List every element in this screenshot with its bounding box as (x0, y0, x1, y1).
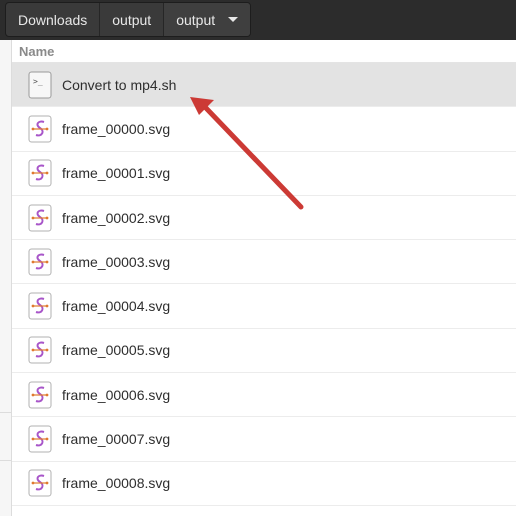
header-bar: Downloads output output (0, 0, 516, 40)
svg-image-icon (28, 292, 52, 320)
sidebar-divider (0, 412, 11, 413)
column-header-label: Name (19, 43, 55, 59)
file-name: frame_00007.svg (62, 431, 171, 448)
svg-image-icon (28, 159, 52, 187)
path-bar: Downloads output output (5, 2, 252, 37)
column-header-name[interactable]: Name (12, 40, 516, 63)
path-segment-label: output (176, 11, 216, 28)
path-segment-output-current[interactable]: output (164, 3, 251, 36)
file-row[interactable]: frame_00008.svg (12, 462, 516, 506)
file-name: frame_00004.svg (62, 298, 171, 315)
file-row[interactable]: frame_00006.svg (12, 373, 516, 418)
svg-image-icon (28, 204, 52, 232)
path-segment-label: Downloads (18, 11, 88, 28)
path-segment-downloads[interactable]: Downloads (6, 3, 101, 36)
file-list: Name >_ Convert to mp4.sh frame_00000.svgf… (12, 40, 516, 516)
file-row[interactable]: frame_00001.svg (12, 152, 516, 196)
svg-text:>_: >_ (33, 77, 43, 86)
file-row[interactable]: frame_00004.svg (12, 284, 516, 329)
file-name: frame_00000.svg (62, 120, 171, 137)
file-row[interactable]: frame_00002.svg (12, 196, 516, 241)
file-name: Convert to mp4.sh (62, 76, 177, 93)
file-row[interactable]: frame_00005.svg (12, 329, 516, 374)
file-row[interactable]: frame_00000.svg (12, 107, 516, 152)
file-name: frame_00006.svg (62, 386, 171, 403)
sidebar (0, 40, 12, 516)
path-segment-output-parent[interactable]: output (100, 3, 165, 36)
svg-image-icon (28, 115, 52, 143)
chevron-down-icon[interactable] (228, 17, 239, 22)
sidebar-divider (0, 460, 11, 461)
file-rows: >_ Convert to mp4.sh frame_00000.svg frame_… (12, 63, 516, 506)
svg-image-icon (28, 381, 52, 409)
file-row[interactable]: >_ Convert to mp4.sh (12, 63, 516, 108)
svg-image-icon (28, 248, 52, 276)
file-name: frame_00001.svg (62, 165, 171, 182)
file-name: frame_00002.svg (62, 209, 171, 226)
svg-image-icon (28, 336, 52, 364)
file-row[interactable]: frame_00003.svg (12, 240, 516, 285)
file-name: frame_00008.svg (62, 475, 171, 492)
svg-image-icon (28, 425, 52, 453)
file-row[interactable]: frame_00007.svg (12, 417, 516, 462)
file-manager-window: Downloads output output Name >_ Convert t… (0, 0, 516, 516)
file-name: frame_00005.svg (62, 342, 171, 359)
shell-script-icon: >_ (28, 71, 52, 99)
svg-image-icon (28, 469, 52, 497)
path-segment-label: output (112, 11, 152, 28)
file-name: frame_00003.svg (62, 253, 171, 270)
